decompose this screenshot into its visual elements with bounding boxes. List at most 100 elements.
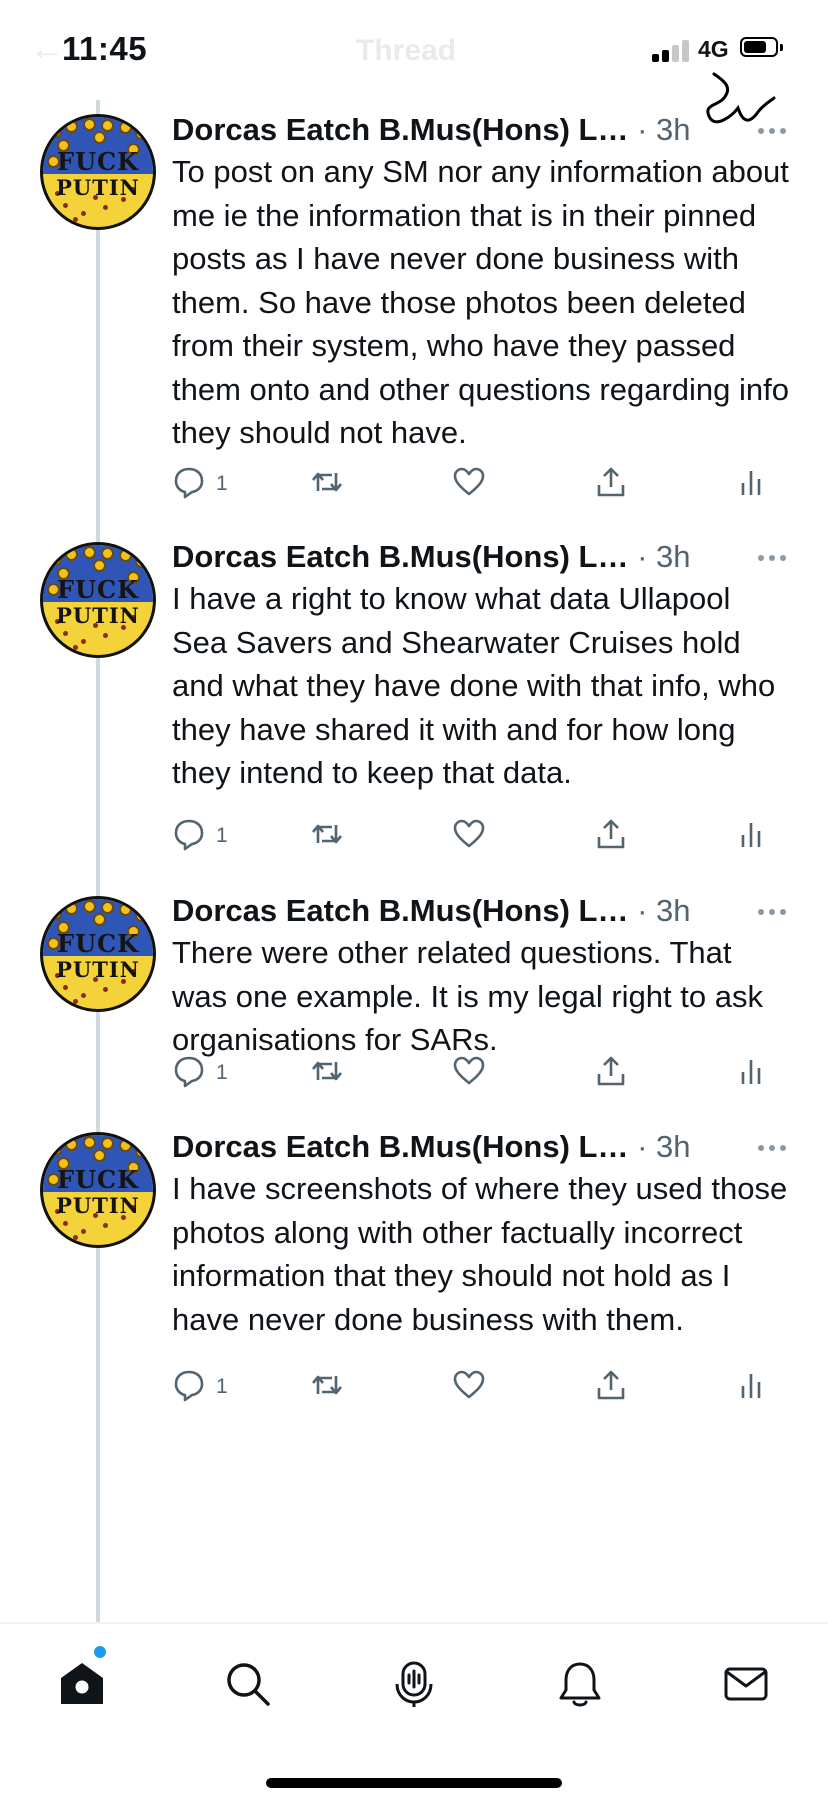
like-button[interactable] [452,816,486,856]
analytics-icon [734,1368,768,1407]
avatar-text-line2: PUTIN [56,603,140,628]
avatar-text-line2: PUTIN [56,1193,140,1218]
avatar-text-line2: PUTIN [56,957,140,982]
reply-button[interactable]: 1 [172,464,228,504]
reply-button[interactable]: 1 [172,816,228,856]
reply-count: 1 [216,1375,228,1398]
battery-icon [740,37,784,59]
retweet-icon [310,465,344,504]
retweet-button[interactable] [310,464,344,504]
more-options-icon[interactable] [752,110,792,150]
tweet-timestamp: · 3h [637,112,691,147]
unread-indicator [94,1646,106,1658]
tweet-actions: 1 [172,1053,792,1093]
spaces-icon [395,1661,433,1707]
network-type: 4G [698,36,729,62]
share-icon [594,817,628,856]
reply-button[interactable]: 1 [172,1367,228,1407]
tweet-header: Dorcas Eatch B.Mus(Hons) L… · 3h [172,110,792,150]
avatar[interactable]: FUCK PUTIN [40,1132,156,1248]
search-icon [227,1663,270,1706]
reply-count: 1 [216,472,228,495]
author-name[interactable]: Dorcas Eatch B.Mus(Hons) L… [172,893,628,928]
views-button[interactable] [734,1053,768,1093]
heart-icon [452,1368,486,1407]
share-icon [594,1368,628,1407]
cellular-signal-icon [652,38,692,62]
retweet-icon [310,1368,344,1407]
share-button[interactable] [594,464,628,504]
retweet-button[interactable] [310,1053,344,1093]
avatar[interactable]: FUCK PUTIN [40,542,156,658]
thread-connector-line [96,100,100,1622]
like-button[interactable] [452,1053,486,1093]
status-time: 11:45 [62,30,148,67]
thread-feed[interactable]: FUCK PUTIN Dorcas Eatch B.Mus(Hons) L… · 3… [0,100,828,1622]
more-options-icon[interactable] [752,1127,792,1167]
messages-tab[interactable] [716,1654,776,1714]
reply-count: 1 [216,1061,228,1084]
notifications-icon [559,1662,601,1707]
home-indicator[interactable] [266,1778,562,1788]
tweet-timestamp: · 3h [637,893,691,928]
analytics-icon [734,817,768,856]
tweet-text: There were other related questions. That… [172,935,763,1057]
avatar-text-line1: FUCK [57,1165,139,1194]
status-bar: ← 11:45 Thread 4G [0,0,828,124]
retweet-icon [310,1054,344,1093]
heart-icon [452,817,486,856]
more-options-icon[interactable] [752,891,792,931]
home-icon [61,1663,103,1704]
retweet-icon [310,817,344,856]
reply-icon [172,817,206,856]
share-icon [594,465,628,504]
like-button[interactable] [452,464,486,504]
avatar-text-line1: FUCK [57,147,139,176]
retweet-button[interactable] [310,1367,344,1407]
retweet-button[interactable] [310,816,344,856]
reply-icon [172,1368,206,1407]
tweet-text: I have a right to know what data Ullapoo… [172,581,776,790]
header-title: Thread [356,34,457,67]
tweet-text: I have screenshots of where they used th… [172,1171,788,1337]
reply-button[interactable]: 1 [172,1053,228,1093]
reply-icon [172,1054,206,1093]
avatar[interactable]: FUCK PUTIN [40,114,156,230]
author-name[interactable]: Dorcas Eatch B.Mus(Hons) L… [172,1129,628,1164]
analytics-icon [734,465,768,504]
tweet-header: Dorcas Eatch B.Mus(Hons) L… · 3h [172,891,792,931]
avatar-text-line1: FUCK [57,929,139,958]
share-icon [594,1054,628,1093]
share-button[interactable] [594,816,628,856]
share-button[interactable] [594,1053,628,1093]
tweet-header: Dorcas Eatch B.Mus(Hons) L… · 3h [172,537,792,577]
more-options-icon[interactable] [752,537,792,577]
views-button[interactable] [734,464,768,504]
like-button[interactable] [452,1367,486,1407]
share-button[interactable] [594,1367,628,1407]
author-name[interactable]: Dorcas Eatch B.Mus(Hons) L… [172,539,628,574]
avatar[interactable]: FUCK PUTIN [40,896,156,1012]
search-tab[interactable] [218,1654,278,1714]
tab-bar [0,1622,828,1794]
home-tab[interactable] [52,1646,112,1714]
author-name[interactable]: Dorcas Eatch B.Mus(Hons) L… [172,112,628,147]
tweet-actions: 1 [172,816,792,856]
views-button[interactable] [734,1367,768,1407]
notifications-tab[interactable] [550,1654,610,1714]
tweet-text: To post on any SM nor any information ab… [172,154,789,450]
messages-icon [724,1667,768,1701]
reply-count: 1 [216,824,228,847]
tweet-actions: 1 [172,1367,792,1407]
heart-icon [452,1054,486,1093]
heart-icon [452,465,486,504]
tweet-timestamp: · 3h [637,539,691,574]
reply-icon [172,465,206,504]
spaces-tab[interactable] [384,1654,444,1714]
avatar-text-line2: PUTIN [56,175,140,200]
tweet-header: Dorcas Eatch B.Mus(Hons) L… · 3h [172,1127,792,1167]
tweet-actions: 1 [172,464,792,504]
back-arrow-icon[interactable]: ← [30,30,64,69]
tweet-timestamp: · 3h [637,1129,691,1164]
views-button[interactable] [734,816,768,856]
